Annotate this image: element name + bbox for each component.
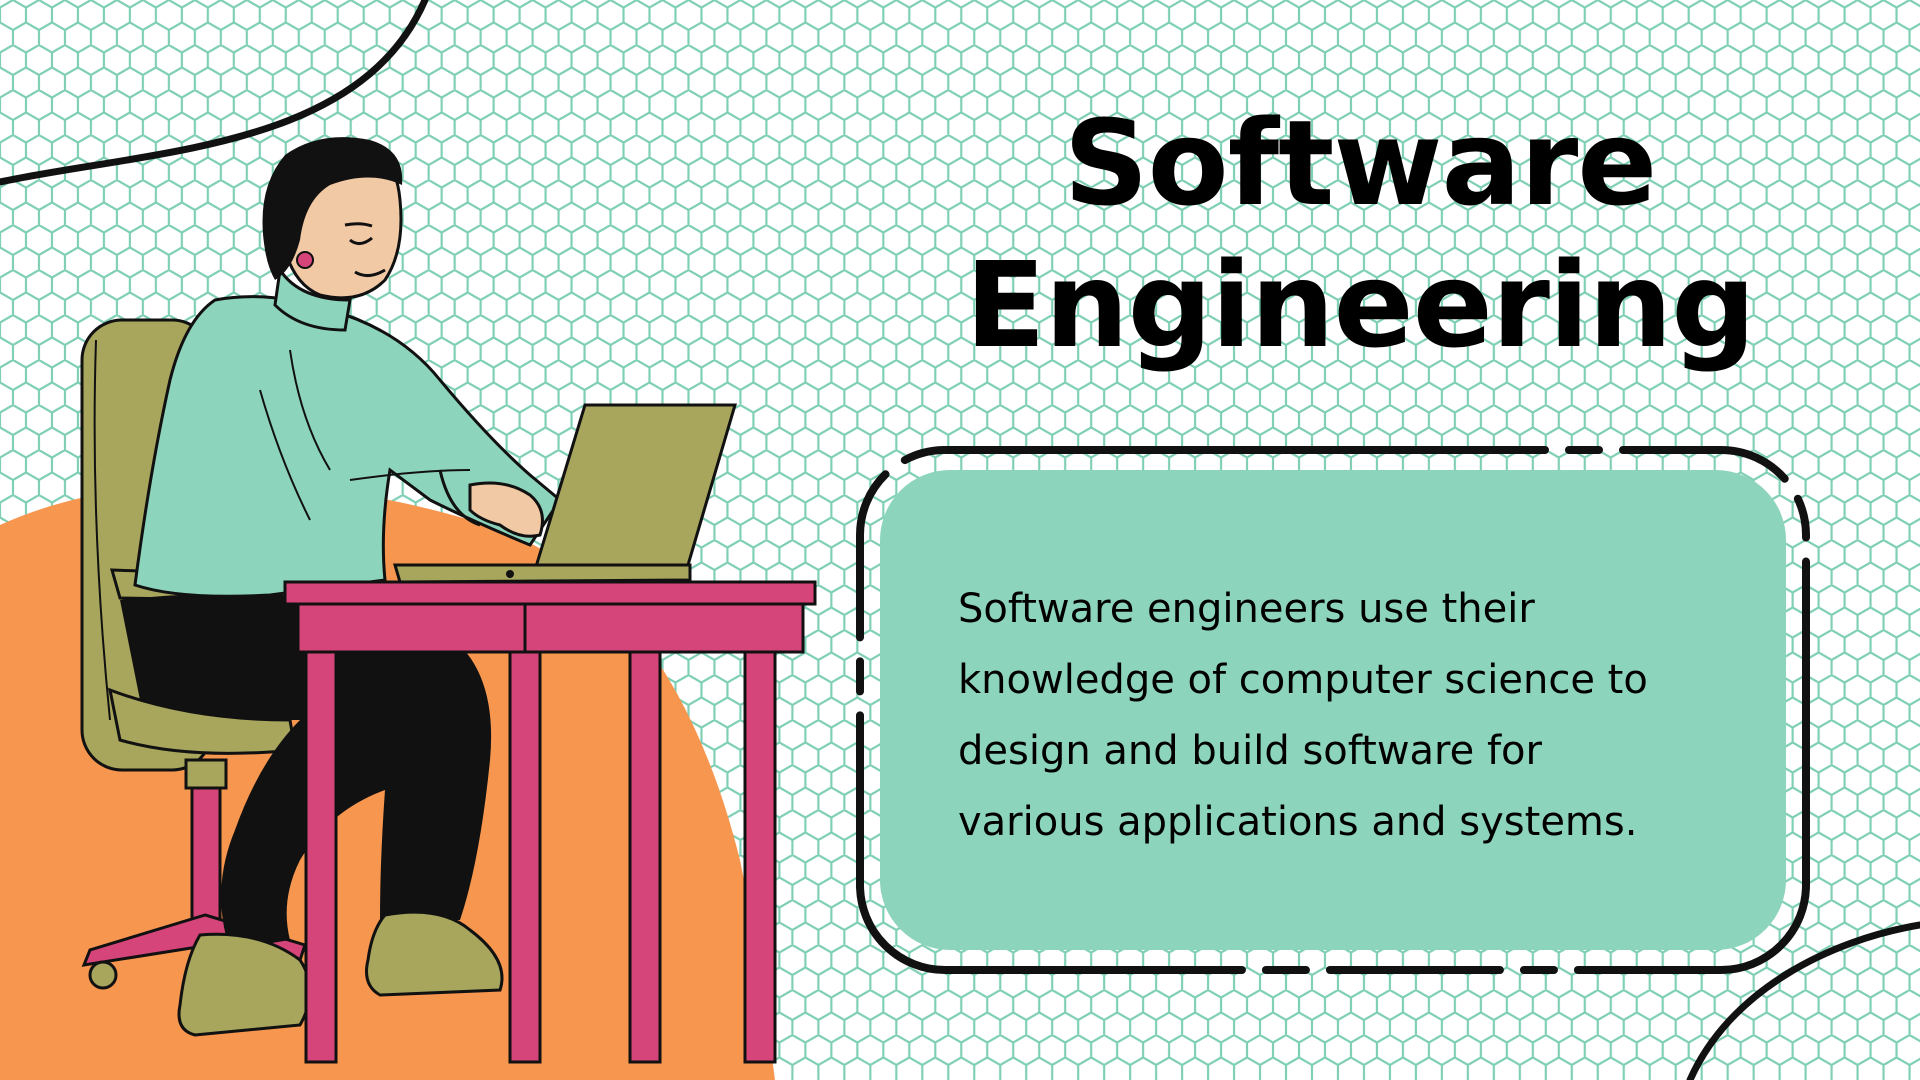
body-line: various applications and systems. <box>958 799 1638 845</box>
body-line: design and build software for <box>958 728 1542 774</box>
slide: Software Engineering Software engineers … <box>0 0 1920 1080</box>
body-line: knowledge of computer science to <box>958 657 1648 703</box>
body-line: Software engineers use their <box>958 586 1535 632</box>
dashed-frame <box>856 446 1810 974</box>
body-paragraph: Software engineers use their knowledge o… <box>958 574 1748 858</box>
